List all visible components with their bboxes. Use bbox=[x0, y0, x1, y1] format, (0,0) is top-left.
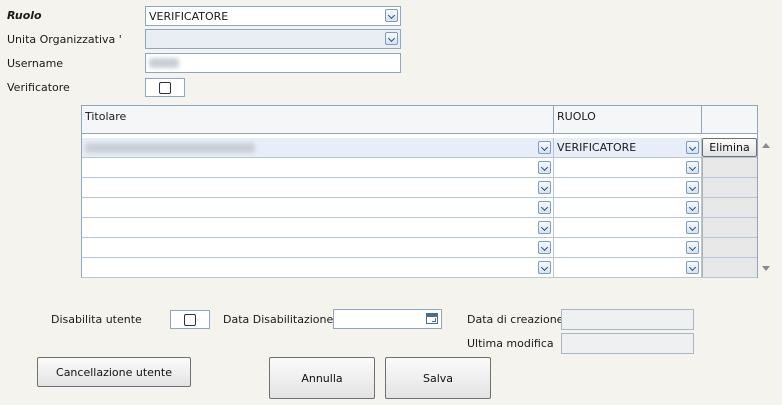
ruolo-cell[interactable] bbox=[554, 178, 702, 197]
ruolo-cell[interactable] bbox=[554, 258, 702, 277]
chevron-down-icon[interactable] bbox=[538, 201, 551, 214]
ruolo-cell[interactable] bbox=[554, 158, 702, 177]
action-cell bbox=[702, 238, 757, 257]
data-creazione-label: Data di creazione bbox=[467, 313, 564, 326]
chevron-down-icon[interactable] bbox=[686, 221, 699, 234]
chevron-down-icon[interactable] bbox=[686, 161, 699, 174]
chevron-down-icon[interactable] bbox=[686, 141, 699, 154]
verificatore-label: Verificatore bbox=[7, 81, 70, 94]
cancellazione-utente-button[interactable]: Cancellazione utente bbox=[37, 357, 191, 387]
disabilita-checkbox[interactable] bbox=[170, 310, 210, 329]
username-redacted bbox=[149, 58, 179, 68]
ruolo-select-value: VERIFICATORE bbox=[149, 10, 229, 23]
disabilita-label: Disabilita utente bbox=[51, 313, 142, 326]
titolare-cell[interactable] bbox=[82, 198, 554, 217]
titolare-cell[interactable] bbox=[82, 138, 554, 157]
data-disabilitazione-input[interactable] bbox=[333, 309, 442, 329]
ruolo-label: Ruolo bbox=[7, 9, 42, 22]
chevron-down-icon[interactable] bbox=[538, 221, 551, 234]
ruolo-cell[interactable] bbox=[554, 238, 702, 257]
action-cell bbox=[702, 178, 757, 197]
chevron-down-icon[interactable] bbox=[538, 241, 551, 254]
titolare-cell[interactable] bbox=[82, 178, 554, 197]
chevron-down-icon[interactable] bbox=[538, 161, 551, 174]
table-row[interactable] bbox=[82, 158, 757, 178]
titolare-cell[interactable] bbox=[82, 258, 554, 277]
titolari-grid: Titolare RUOLO VERIFICATORE Elimina bbox=[81, 105, 758, 278]
action-cell bbox=[702, 258, 757, 277]
titolare-redacted bbox=[85, 143, 255, 153]
chevron-down-icon[interactable] bbox=[686, 201, 699, 214]
data-disabilitazione-label: Data Disabilitazione bbox=[223, 313, 334, 326]
checkbox-box[interactable] bbox=[159, 81, 171, 94]
unita-select[interactable] bbox=[145, 29, 401, 49]
action-cell bbox=[702, 218, 757, 237]
grid-scrollbar[interactable] bbox=[759, 137, 773, 277]
ruolo-select[interactable]: VERIFICATORE bbox=[145, 6, 401, 26]
annulla-button[interactable]: Annulla bbox=[269, 357, 375, 399]
chevron-down-icon[interactable] bbox=[538, 261, 551, 274]
chevron-down-icon[interactable] bbox=[385, 32, 398, 45]
chevron-down-icon[interactable] bbox=[538, 141, 551, 154]
header-action bbox=[702, 106, 757, 134]
action-cell bbox=[702, 158, 757, 177]
table-row[interactable] bbox=[82, 178, 757, 198]
ultima-modifica-field bbox=[561, 333, 694, 354]
calendar-icon[interactable] bbox=[426, 313, 438, 324]
header-titolare[interactable]: Titolare bbox=[82, 106, 554, 134]
username-label: Username bbox=[7, 57, 64, 70]
salva-button[interactable]: Salva bbox=[385, 357, 491, 399]
header-ruolo[interactable]: RUOLO bbox=[554, 106, 702, 134]
titolare-cell[interactable] bbox=[82, 238, 554, 257]
chevron-down-icon[interactable] bbox=[385, 9, 398, 22]
data-creazione-field bbox=[561, 309, 694, 330]
titolare-cell[interactable] bbox=[82, 158, 554, 177]
action-cell bbox=[702, 198, 757, 217]
ruolo-cell[interactable]: VERIFICATORE bbox=[554, 138, 702, 157]
header-ruolo-label: RUOLO bbox=[557, 110, 596, 123]
table-row[interactable] bbox=[82, 258, 757, 278]
titolare-cell[interactable] bbox=[82, 218, 554, 237]
table-row[interactable] bbox=[82, 238, 757, 258]
header-titolare-label: Titolare bbox=[85, 110, 127, 123]
table-row[interactable] bbox=[82, 218, 757, 238]
username-input[interactable] bbox=[145, 53, 401, 73]
table-row[interactable] bbox=[82, 198, 757, 218]
scroll-down-icon[interactable] bbox=[762, 266, 770, 271]
chevron-down-icon[interactable] bbox=[686, 241, 699, 254]
elimina-button[interactable]: Elimina bbox=[702, 138, 757, 157]
ruolo-cell[interactable] bbox=[554, 198, 702, 217]
verificatore-checkbox[interactable] bbox=[145, 78, 185, 97]
chevron-down-icon[interactable] bbox=[538, 181, 551, 194]
checkbox-box[interactable] bbox=[184, 313, 196, 326]
scroll-up-icon[interactable] bbox=[762, 143, 770, 148]
chevron-down-icon[interactable] bbox=[686, 181, 699, 194]
unita-label: Unita Organizzativa ' bbox=[7, 33, 122, 46]
table-row[interactable]: VERIFICATORE Elimina bbox=[82, 138, 757, 158]
ruolo-cell[interactable] bbox=[554, 218, 702, 237]
ruolo-cell-value: VERIFICATORE bbox=[557, 141, 637, 154]
ultima-modifica-label: Ultima modifica bbox=[467, 337, 554, 350]
chevron-down-icon[interactable] bbox=[686, 261, 699, 274]
